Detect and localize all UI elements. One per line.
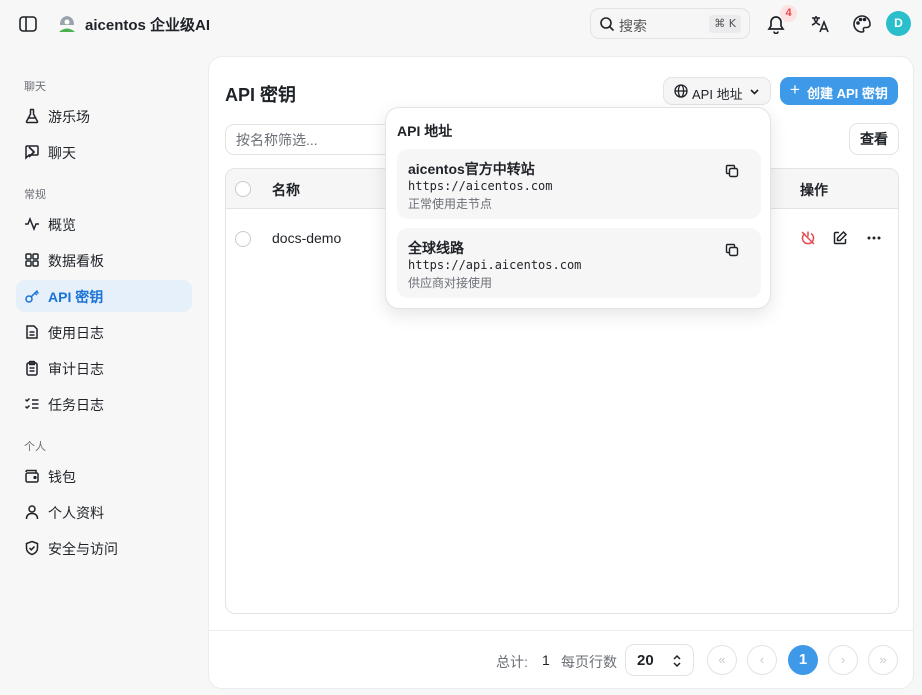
sidebar-item-label: 任务日志 [48, 397, 104, 413]
top-bar: aicentos 企业级AI 搜索 ⌘ K 4 D [0, 0, 922, 48]
rows-per-page-select[interactable]: 20 [625, 644, 694, 676]
palette-icon[interactable] [852, 14, 872, 34]
wallet-icon [24, 468, 40, 484]
view-button[interactable]: 查看 [849, 123, 899, 155]
sidebar-item-label: API 密钥 [48, 289, 104, 305]
sidebar-item-wallet[interactable]: 钱包 [16, 460, 192, 492]
sidebar-item-security[interactable]: 安全与访问 [16, 532, 192, 564]
endpoint-name: aicentos官方中转站 [408, 161, 535, 177]
key-icon [24, 288, 40, 304]
sidebar-toggle-icon[interactable] [18, 15, 38, 33]
search-input[interactable]: 搜索 ⌘ K [590, 8, 750, 39]
api-address-button[interactable]: API 地址 [663, 77, 771, 105]
sidebar-item-label: 概览 [48, 217, 76, 233]
first-page-button[interactable]: « [707, 645, 737, 675]
translate-icon[interactable] [810, 14, 830, 34]
select-all-checkbox[interactable] [235, 181, 251, 197]
edit-icon[interactable] [832, 230, 848, 246]
file-text-icon [24, 324, 40, 340]
endpoint-name: 全球线路 [408, 240, 464, 256]
sidebar-item-usage-logs[interactable]: 使用日志 [16, 316, 192, 348]
sidebar-item-profile[interactable]: 个人资料 [16, 496, 192, 528]
copy-icon[interactable] [725, 164, 739, 178]
create-api-key-button[interactable]: + 创建 API 密钥 [780, 77, 898, 105]
api-address-popover: API 地址 aicentos官方中转站 https://aicentos.co… [385, 107, 771, 309]
name-filter-input[interactable] [225, 124, 395, 155]
search-placeholder: 搜索 [619, 18, 647, 34]
pagination-footer: 总计: 1 每页行数 20 « ‹ 1 › » [209, 630, 913, 688]
sidebar-item-label: 数据看板 [48, 253, 104, 269]
chevrons-up-down-icon [671, 654, 683, 668]
page-title: API 密钥 [225, 85, 297, 105]
sidebar-item-dashboard[interactable]: 数据看板 [16, 244, 192, 276]
endpoint-item: aicentos官方中转站 https://aicentos.com 正常使用走… [397, 149, 761, 219]
create-button-label: 创建 API 密钥 [807, 86, 888, 101]
sidebar-item-label: 审计日志 [48, 361, 104, 377]
sidebar-item-label: 钱包 [48, 469, 76, 485]
api-address-label: API 地址 [692, 87, 743, 102]
sidebar-section-chat: 聊天 [24, 81, 46, 93]
current-page-button[interactable]: 1 [788, 645, 818, 675]
rows-per-page-value: 20 [637, 652, 654, 669]
sidebar-item-chat[interactable]: 聊天 [16, 136, 192, 168]
next-page-button[interactable]: › [828, 645, 858, 675]
previous-page-button[interactable]: ‹ [747, 645, 777, 675]
activity-icon [24, 216, 40, 232]
notification-badge: 4 [780, 5, 797, 22]
sidebar-item-overview[interactable]: 概览 [16, 208, 192, 240]
list-checks-icon [24, 396, 40, 412]
endpoint-description: 供应商对接使用 [408, 276, 493, 290]
chevron-down-icon [749, 86, 760, 97]
globe-icon [674, 84, 688, 98]
sidebar-item-playground[interactable]: 游乐场 [16, 100, 192, 132]
sidebar-section-general: 常规 [24, 189, 46, 201]
popover-title: API 地址 [397, 123, 453, 139]
search-icon [599, 16, 615, 32]
flask-icon [24, 108, 40, 124]
disable-icon[interactable] [800, 230, 816, 246]
search-shortcut: ⌘ K [709, 15, 741, 33]
total-label: 总计: [496, 654, 528, 670]
row-checkbox[interactable] [235, 231, 251, 247]
copy-icon[interactable] [725, 243, 739, 257]
user-icon [24, 504, 40, 520]
sidebar-item-label: 使用日志 [48, 325, 104, 341]
chevron-right-icon [24, 145, 182, 159]
shield-check-icon [24, 540, 40, 556]
total-count: 1 [542, 652, 550, 668]
sidebar-section-personal: 个人 [24, 441, 46, 453]
logo-icon [57, 13, 77, 35]
endpoint-description: 正常使用走节点 [408, 197, 493, 211]
key-name: docs-demo [272, 230, 342, 246]
sidebar-item-audit-logs[interactable]: 审计日志 [16, 352, 192, 384]
layout-grid-icon [24, 252, 40, 268]
sidebar-item-label: 游乐场 [48, 109, 90, 125]
rows-per-page-label: 每页行数 [561, 654, 617, 670]
sidebar-item-label: 安全与访问 [48, 541, 118, 557]
app-title: aicentos 企业级AI [85, 17, 211, 34]
endpoint-item: 全球线路 https://api.aicentos.com 供应商对接使用 [397, 228, 761, 298]
endpoint-url: https://api.aicentos.com [408, 258, 582, 272]
clipboard-list-icon [24, 360, 40, 376]
column-header-name: 名称 [272, 182, 300, 198]
sidebar-item-task-logs[interactable]: 任务日志 [16, 388, 192, 420]
plus-icon: + [790, 80, 800, 99]
sidebar-item-label: 个人资料 [48, 505, 104, 521]
column-header-actions: 操作 [800, 182, 828, 198]
sidebar-item-api-keys[interactable]: API 密钥 [16, 280, 192, 312]
last-page-button[interactable]: » [868, 645, 898, 675]
avatar[interactable]: D [886, 11, 911, 36]
endpoint-url: https://aicentos.com [408, 179, 553, 193]
more-icon[interactable] [866, 230, 882, 246]
